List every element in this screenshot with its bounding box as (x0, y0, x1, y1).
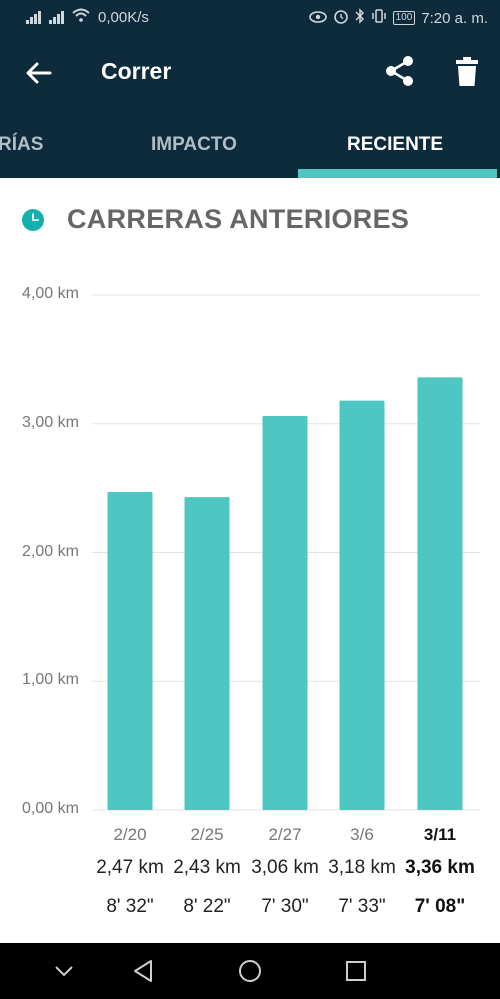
y-tick-label: 0,00 km (22, 800, 79, 817)
clock-time: 7:20 a. m. (421, 9, 488, 27)
distance-label: 3,36 km (405, 857, 475, 878)
system-nav-bar (0, 943, 500, 999)
network-speed: 0,00K/s (98, 8, 149, 26)
battery-icon: 100 (392, 11, 416, 25)
circle-home-icon (239, 960, 261, 982)
app-bar: Correr (0, 34, 500, 110)
section-header: CARRERAS ANTERIORES (0, 178, 500, 258)
wifi-icon (72, 8, 90, 26)
distance-label: 2,43 km (173, 857, 241, 878)
x-date-label: 2/25 (190, 825, 224, 844)
section-title: CARRERAS ANTERIORES (67, 204, 410, 234)
clock-icon (22, 209, 44, 231)
chevron-down-icon (55, 966, 73, 977)
delete-button[interactable] (452, 56, 482, 88)
tab-reciente[interactable]: RECIENTE (347, 134, 443, 156)
status-right: 100 7:20 a. m. (308, 8, 488, 28)
bar[interactable] (339, 400, 385, 810)
arrow-left-icon (26, 62, 52, 84)
x-date-label: 3/6 (350, 825, 374, 844)
bluetooth-icon (355, 8, 365, 28)
square-recents-icon (346, 961, 366, 981)
y-tick-label: 1,00 km (22, 671, 79, 689)
triangle-back-icon (134, 960, 152, 982)
status-left: 0,00K/s (26, 8, 149, 26)
nav-hide-button[interactable] (50, 957, 78, 985)
tab-categorias[interactable]: RÍAS (0, 134, 43, 156)
distance-label: 3,18 km (328, 857, 396, 878)
y-tick-label: 4,00 km (22, 285, 79, 302)
bar[interactable] (417, 377, 463, 810)
signal-icon-2 (49, 10, 64, 24)
vibrate-icon (371, 8, 387, 28)
status-bar: 0,00K/s 100 7:20 a. m. (0, 0, 500, 34)
eye-icon (308, 10, 327, 27)
pace-label: 7' 08" (414, 896, 466, 917)
trash-icon (456, 57, 478, 86)
share-icon (386, 56, 413, 86)
tab-impacto[interactable]: IMPACTO (151, 134, 237, 156)
bar[interactable] (262, 416, 308, 810)
nav-back-button[interactable] (130, 957, 158, 985)
bar[interactable] (107, 491, 153, 810)
pace-label: 8' 22" (183, 896, 231, 917)
bar[interactable] (184, 497, 230, 810)
page-title: Correr (101, 58, 172, 84)
x-date-label: 3/11 (423, 825, 457, 844)
tab-bar: RÍAS IMPACTO RECIENTE (0, 110, 500, 178)
nav-home-button[interactable] (236, 957, 264, 985)
pace-label: 7' 33" (338, 896, 386, 917)
active-tab-indicator (298, 169, 497, 178)
back-button[interactable] (22, 56, 56, 90)
alarm-icon (333, 8, 349, 28)
y-tick-label: 2,00 km (22, 542, 79, 560)
nav-recents-button[interactable] (342, 957, 370, 985)
runs-bar-chart: 0,00 km 1,00 km 2,00 km 3,00 km 4,00 km 2/20 2… (0, 260, 500, 940)
signal-icon (26, 10, 41, 24)
y-tick-label: 3,00 km (22, 413, 79, 431)
share-button[interactable] (384, 54, 416, 88)
